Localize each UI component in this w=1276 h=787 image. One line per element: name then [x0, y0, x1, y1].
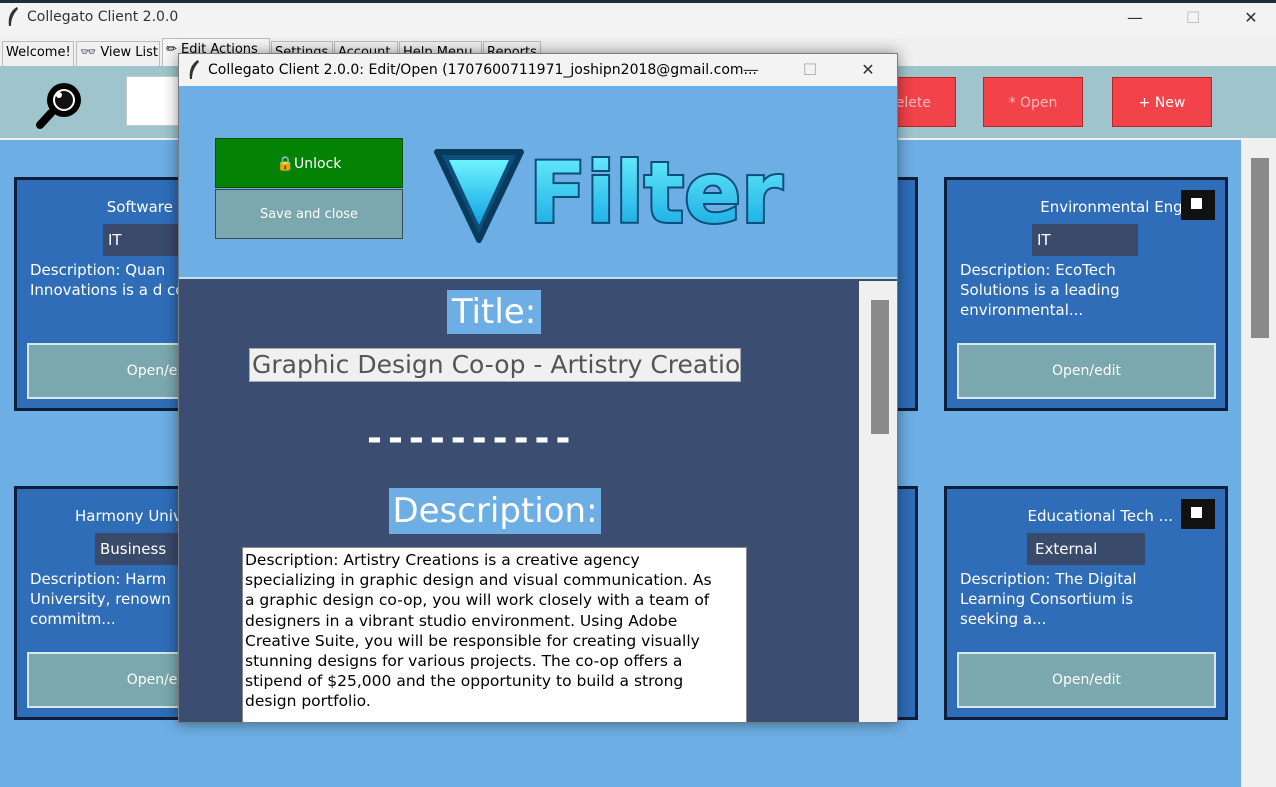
- card-select-checkbox[interactable]: [1181, 499, 1215, 529]
- feather-icon: [6, 6, 20, 32]
- card-category: IT: [1032, 224, 1138, 256]
- filter-logo-text: Filter: [529, 144, 783, 242]
- filter-logo: Filter: [429, 130, 799, 250]
- dialog-scrollbar-thumb[interactable]: [871, 300, 889, 434]
- checkbox-mark: [1191, 198, 1202, 209]
- maximize-button[interactable]: ☐: [1178, 6, 1208, 30]
- unlock-button[interactable]: 🔒Unlock: [215, 138, 403, 188]
- new-button[interactable]: + New: [1112, 77, 1212, 127]
- window-title: Collegato Client 2.0.0: [27, 9, 179, 25]
- job-card-partial: [898, 486, 918, 720]
- edit-open-dialog: Collegato Client 2.0.0: Edit/Open (17076…: [178, 53, 898, 723]
- job-card: Environmental Eng... IT Description: Eco…: [944, 177, 1228, 411]
- title-label: Title:: [447, 290, 541, 334]
- job-card: Educational Tech ... External Descriptio…: [944, 486, 1228, 720]
- section-divider: ----------: [367, 424, 577, 454]
- description-textarea[interactable]: Description: Artistry Creations is a cre…: [242, 547, 747, 722]
- card-title: Environmental Eng...: [1040, 198, 1197, 216]
- dialog-close-button[interactable]: ✕: [853, 58, 883, 82]
- dialog-title: Collegato Client 2.0.0: Edit/Open (17076…: [208, 62, 757, 78]
- description-label: Description:: [389, 488, 601, 534]
- dialog-minimize-button[interactable]: —: [736, 58, 766, 82]
- tab-view-list[interactable]: 👓 View List: [76, 41, 160, 66]
- checkbox-mark: [1191, 507, 1202, 518]
- close-button[interactable]: ✕: [1236, 6, 1266, 30]
- card-category: External: [1027, 533, 1145, 565]
- title-input[interactable]: Graphic Design Co-op - Artistry Creation…: [249, 348, 741, 382]
- open-edit-button[interactable]: Open/edit: [957, 652, 1216, 708]
- search-icon[interactable]: [34, 78, 90, 134]
- card-select-checkbox[interactable]: [1181, 190, 1215, 220]
- open-button[interactable]: * Open: [983, 77, 1083, 127]
- card-title: Educational Tech ...: [1027, 507, 1173, 525]
- tab-welcome[interactable]: Welcome!: [2, 41, 74, 66]
- main-scrollbar-thumb[interactable]: [1251, 158, 1269, 338]
- feather-icon: [187, 59, 201, 85]
- card-description: Description: The Digital Learning Consor…: [960, 570, 1137, 628]
- open-edit-button[interactable]: Open/edit: [957, 343, 1216, 399]
- main-titlebar: [0, 0, 1276, 38]
- job-card-partial: [898, 177, 918, 411]
- minimize-button[interactable]: —: [1120, 6, 1150, 30]
- save-and-close-button[interactable]: Save and close: [215, 189, 403, 239]
- filter-funnel-icon: [434, 149, 524, 243]
- card-description: Description: EcoTech Solutions is a lead…: [960, 261, 1120, 319]
- search-input[interactable]: [126, 76, 186, 126]
- dialog-maximize-button[interactable]: ☐: [795, 58, 825, 82]
